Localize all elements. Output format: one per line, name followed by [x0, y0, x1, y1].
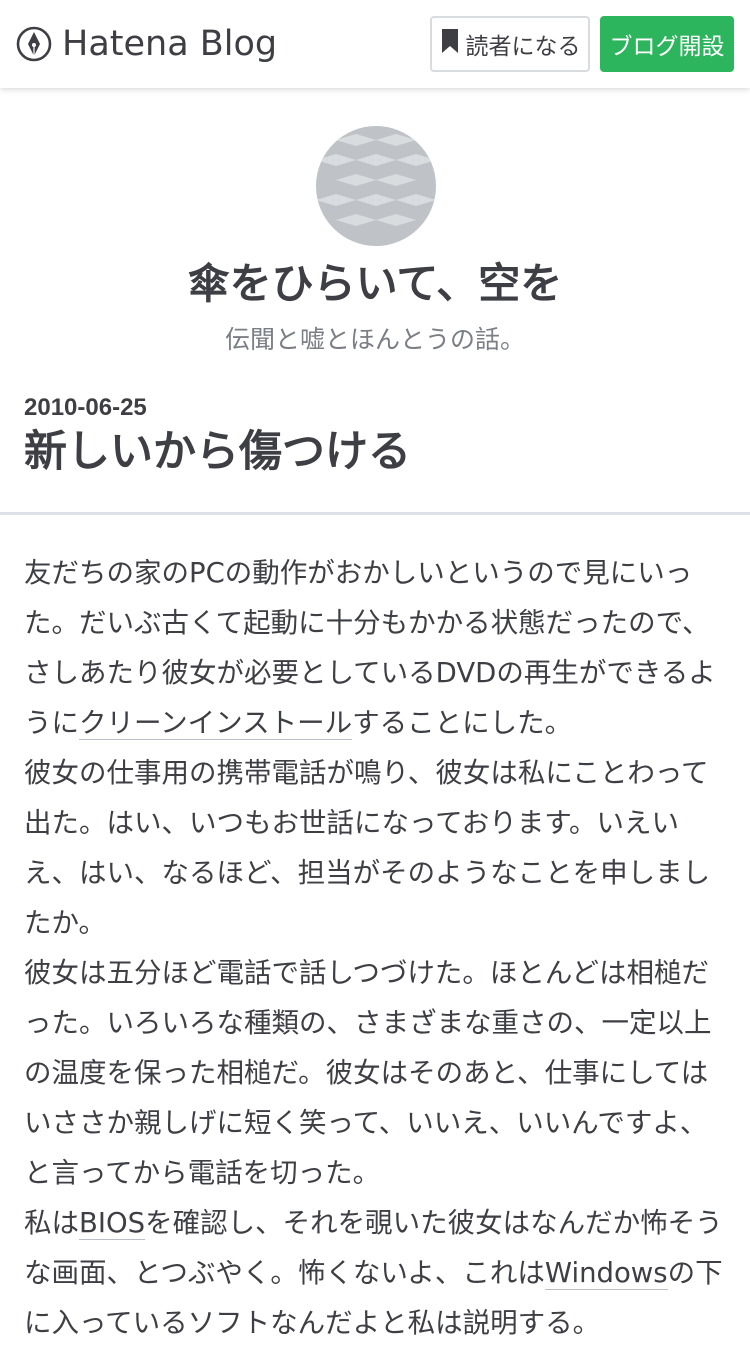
- pen-nib-icon: [16, 25, 52, 63]
- top-header: Hatena Blog 読者になる ブログ開設: [0, 0, 750, 88]
- subscribe-label: 読者になる: [465, 34, 581, 60]
- create-blog-button[interactable]: ブログ開設: [600, 16, 734, 72]
- keyword-link-clean-install[interactable]: クリーンインストール: [79, 707, 353, 740]
- paragraph: 彼女の仕事用の携帯電話が鳴り、彼女は私にことわって出た。はい、いつもお世話になっ…: [24, 757, 711, 939]
- subscribe-button[interactable]: 読者になる: [430, 16, 590, 72]
- paragraph: 彼女は五分ほど電話で話しつづけた。ほとんどは相槌だった。いろいろな種類の、さまざ…: [24, 957, 712, 1189]
- keyword-link-windows[interactable]: Windows: [544, 1257, 668, 1290]
- entry-date[interactable]: 2010-06-25: [24, 392, 147, 424]
- blog-avatar[interactable]: [316, 126, 436, 246]
- blog-description: 伝聞と嘘とほんとうの話。: [224, 325, 525, 354]
- entry-body: 友だちの家のPCの動作がおかしいというので見にいった。だいぶ古くて起動に十分もか…: [24, 548, 726, 1348]
- entry-title[interactable]: 新しいから傷つける: [24, 424, 724, 480]
- blog-title[interactable]: 傘をひらいて、空を: [0, 254, 750, 314]
- paragraph: 私はBIOSを確認し、それを覗いた彼女はなんだか怖そうな画面、とつぶやく。怖くな…: [24, 1207, 723, 1339]
- bookmark-icon: [440, 28, 466, 60]
- divider: [0, 512, 750, 515]
- hatena-blog-logo[interactable]: Hatena Blog: [16, 24, 277, 64]
- create-blog-label: ブログ開設: [609, 34, 725, 60]
- keyword-link-bios[interactable]: BIOS: [79, 1207, 146, 1240]
- logo-text: Hatena Blog: [62, 24, 278, 64]
- paragraph: 友だちの家のPCの動作がおかしいというので見にいった。だいぶ古くて起動に十分もか…: [24, 557, 716, 740]
